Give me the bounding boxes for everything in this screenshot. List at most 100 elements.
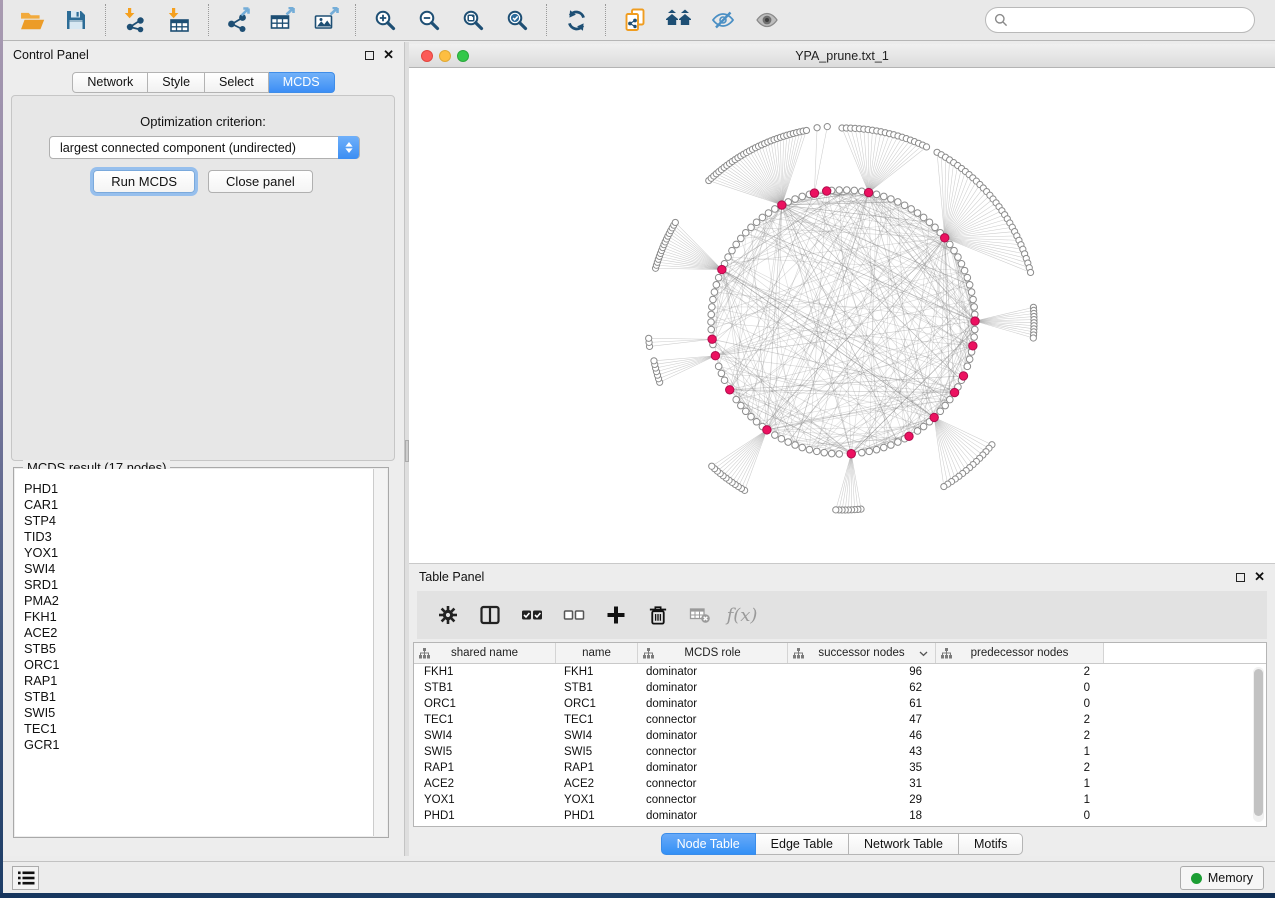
tab-edge-table[interactable]: Edge Table [756,833,849,855]
save-session-button[interactable] [59,4,93,36]
function-builder-button[interactable]: f(x) [729,602,755,628]
first-neighbors-button[interactable] [662,4,696,36]
refresh-button[interactable] [559,4,593,36]
mcds-result-item[interactable]: SWI5 [15,705,373,721]
mcds-result-item[interactable]: RAP1 [15,673,373,689]
tab-select[interactable]: Select [205,72,269,93]
network-canvas[interactable] [409,68,1275,563]
mcds-result-list: PHD1CAR1STP4TID3YOX1SWI4SRD1PMA2FKH1ACE2… [15,469,373,836]
import-table-button[interactable] [162,4,196,36]
tab-mcds[interactable]: MCDS [269,72,335,93]
close-table-panel-icon[interactable]: ✕ [1254,572,1265,582]
memory-button[interactable]: Memory [1180,866,1264,890]
mcds-result-item[interactable]: ACE2 [15,625,373,641]
mcds-result-box: MCDS result (17 nodes) PHD1CAR1STP4TID3Y… [13,467,389,838]
mcds-result-item[interactable]: CAR1 [15,497,373,513]
mcds-result-item[interactable]: YOX1 [15,545,373,561]
export-image-button[interactable] [309,4,343,36]
export-network-button[interactable] [221,4,255,36]
clone-network-button[interactable] [618,4,652,36]
mcds-result-item[interactable]: ORC1 [15,657,373,673]
node-table: shared namenameMCDS rolesuccessor nodesp… [413,642,1267,827]
mcds-result-item[interactable]: PMA2 [15,593,373,609]
zoom-out-icon [417,8,441,32]
show-all-button[interactable] [750,4,784,36]
delete-columns-button[interactable] [645,602,671,628]
table-row[interactable]: STB1STB1dominator620 [414,680,1266,696]
main-toolbar [3,0,1275,41]
table-cell: dominator [638,762,788,774]
mcds-result-item[interactable]: TEC1 [15,721,373,737]
table-row[interactable]: PHD1PHD1dominator180 [414,808,1266,824]
mcds-result-item[interactable]: STB1 [15,689,373,705]
table-cell: dominator [638,682,788,694]
table-cell: 0 [936,810,1104,822]
add-column-button[interactable] [603,602,629,628]
function-icon: f(x) [727,605,758,626]
close-panel-button[interactable]: Close panel [208,170,313,193]
mcds-result-item[interactable]: SWI4 [15,561,373,577]
task-history-button[interactable] [12,866,39,890]
tab-node-table[interactable]: Node Table [661,833,756,855]
column-header-name[interactable]: name [556,643,638,663]
table-cell: 43 [788,746,936,758]
split-table-button[interactable] [477,602,503,628]
zoom-fit-button[interactable] [456,4,490,36]
table-cell: 96 [788,666,936,678]
table-scrollbar[interactable] [1253,667,1264,822]
import-table-icon [166,7,192,33]
export-table-button[interactable] [265,4,299,36]
mcds-result-item[interactable]: STP4 [15,513,373,529]
hide-selected-button[interactable] [706,4,740,36]
float-table-panel-icon[interactable] [1236,573,1245,582]
deselect-all-rows-button[interactable] [561,602,587,628]
run-mcds-button[interactable]: Run MCDS [93,170,195,193]
control-panel-title: Control Panel [13,48,89,62]
table-scrollbar-thumb[interactable] [1254,669,1263,816]
tab-network[interactable]: Network [72,72,148,93]
optimization-criterion-value: largest connected component (undirected) [60,141,296,155]
tab-style[interactable]: Style [148,72,205,93]
mcds-result-item[interactable]: PHD1 [15,481,373,497]
table-row[interactable]: SWI4SWI4dominator462 [414,728,1266,744]
tab-network-table[interactable]: Network Table [849,833,959,855]
column-header-successor-nodes[interactable]: successor nodes [788,643,936,663]
column-header-MCDS-role[interactable]: MCDS role [638,643,788,663]
table-row[interactable]: FKH1FKH1dominator962 [414,664,1266,680]
mcds-result-item[interactable]: GCR1 [15,737,373,753]
search-box[interactable] [985,7,1255,33]
table-row[interactable]: YOX1YOX1connector291 [414,792,1266,808]
mcds-result-item[interactable]: FKH1 [15,609,373,625]
column-header-predecessor-nodes[interactable]: predecessor nodes [936,643,1104,663]
mcds-result-item[interactable]: STB5 [15,641,373,657]
select-all-rows-button[interactable] [519,602,545,628]
export-network-icon [225,7,252,33]
delete-table-button[interactable] [687,602,713,628]
table-row[interactable]: SWI5SWI5connector431 [414,744,1266,760]
table-cell: ACE2 [556,778,638,790]
float-panel-icon[interactable] [365,51,374,60]
close-panel-icon[interactable]: ✕ [383,50,394,60]
tab-motifs[interactable]: Motifs [959,833,1023,855]
optimization-criterion-label: Optimization criterion: [12,114,394,129]
table-row[interactable]: ACE2ACE2connector311 [414,776,1266,792]
zoom-in-button[interactable] [368,4,402,36]
mcds-result-item[interactable]: TID3 [15,529,373,545]
desktop-bottom-strip [0,893,1275,898]
zoom-out-button[interactable] [412,4,446,36]
table-settings-button[interactable] [435,602,461,628]
table-cell: dominator [638,810,788,822]
network-window-titlebar[interactable]: YPA_prune.txt_1 [409,44,1275,68]
optimization-criterion-select[interactable]: largest connected component (undirected) [49,136,360,159]
import-network-button[interactable] [118,4,152,36]
table-row[interactable]: ORC1ORC1dominator610 [414,696,1266,712]
column-header-shared-name[interactable]: shared name [414,643,556,663]
table-cell: 35 [788,762,936,774]
mcds-list-scrollbar[interactable] [373,469,387,836]
search-input[interactable] [1013,13,1246,27]
open-session-button[interactable] [15,4,49,36]
table-row[interactable]: TEC1TEC1connector472 [414,712,1266,728]
mcds-result-item[interactable]: SRD1 [15,577,373,593]
table-row[interactable]: RAP1RAP1dominator352 [414,760,1266,776]
zoom-selected-button[interactable] [500,4,534,36]
